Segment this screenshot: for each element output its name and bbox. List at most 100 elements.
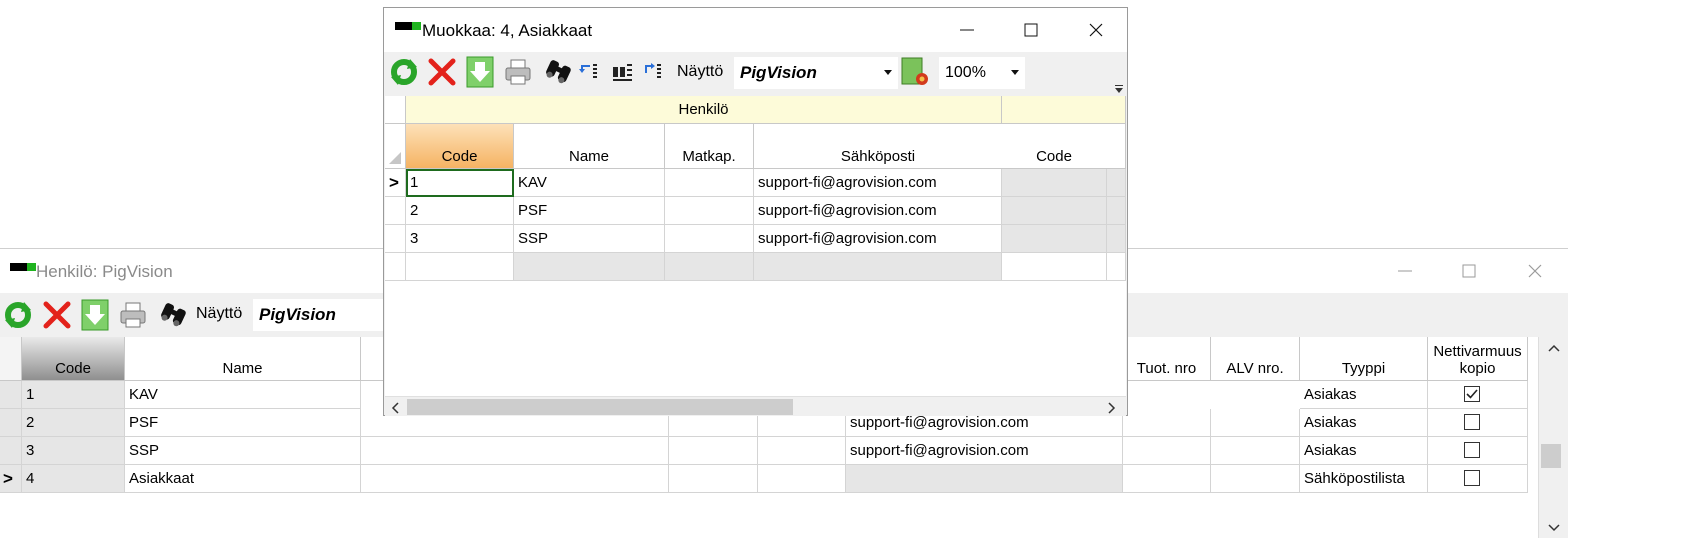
close-button[interactable] <box>1073 10 1119 50</box>
back-col-name-header[interactable]: Name <box>125 337 361 381</box>
back-cell-name[interactable]: KAV <box>125 381 361 409</box>
row-selector[interactable] <box>385 253 406 281</box>
row-selector[interactable] <box>0 381 22 409</box>
current-row-marker[interactable]: > <box>0 465 22 493</box>
back-cell-blank[interactable] <box>361 437 669 465</box>
back-cell-tyyppi[interactable]: Sähköpostilista <box>1300 465 1428 493</box>
back-cell-tyyppi[interactable]: Asiakas <box>1300 409 1428 437</box>
back-cell-blank[interactable] <box>669 437 758 465</box>
front-col-name-header[interactable]: Name <box>514 124 665 169</box>
delete-button[interactable] <box>425 55 459 89</box>
back-cell-code[interactable]: 3 <box>22 437 125 465</box>
back-cell-blank[interactable] <box>758 465 846 493</box>
back-cell-blank[interactable] <box>758 437 846 465</box>
front-cell-email[interactable]: support-fi@agrovision.com <box>754 169 1002 197</box>
front-cell-name[interactable]: SSP <box>514 225 665 253</box>
back-cell-tuot[interactable] <box>1123 409 1211 437</box>
front-cell-matkap[interactable] <box>665 169 754 197</box>
print-button[interactable] <box>116 298 150 332</box>
front-cell-matkap[interactable] <box>665 197 754 225</box>
back-cell-tuot[interactable] <box>1123 465 1211 493</box>
view-select[interactable]: PigVision <box>734 57 898 89</box>
scroll-right-arrow-icon[interactable] <box>1106 402 1116 414</box>
front-cell-code[interactable]: 3 <box>406 225 514 253</box>
front-cell-email[interactable]: support-fi@agrovision.com <box>754 197 1002 225</box>
refresh-button[interactable] <box>1 298 35 332</box>
back-cell-alv[interactable] <box>1211 409 1300 437</box>
back-col-tuot-header[interactable]: Tuot. nro <box>1123 337 1211 381</box>
back-cell-tuot[interactable] <box>1123 437 1211 465</box>
refresh-button[interactable] <box>387 55 421 89</box>
minimize-button[interactable] <box>944 10 990 50</box>
back-cell-code[interactable]: 1 <box>22 381 125 409</box>
back-scroll-thumb[interactable] <box>1541 444 1561 468</box>
front-cell-extra[interactable] <box>1107 253 1126 281</box>
find-list-button[interactable] <box>610 55 636 89</box>
print-button[interactable] <box>501 55 535 89</box>
current-row-marker[interactable]: > <box>385 169 406 197</box>
front-cell-name[interactable]: KAV <box>514 169 665 197</box>
front-col-code-header[interactable]: Code <box>406 124 514 169</box>
maximize-button[interactable] <box>1008 10 1054 50</box>
front-col-email-header[interactable]: Sähköposti <box>754 124 1003 169</box>
row-selector[interactable] <box>0 409 22 437</box>
save-button[interactable] <box>78 298 112 332</box>
back-cell-email[interactable]: support-fi@agrovision.com <box>846 437 1123 465</box>
settings-button[interactable] <box>898 55 932 89</box>
find-previous-button[interactable] <box>576 55 602 89</box>
front-col-matkap-header[interactable]: Matkap. <box>665 124 754 169</box>
front-col-code2-header[interactable]: Code <box>1002 124 1107 169</box>
row-selector[interactable] <box>385 197 406 225</box>
select-all-triangle-icon[interactable] <box>389 152 401 164</box>
back-col-nettivarmuus-header[interactable]: Nettivarmuus kopio <box>1428 337 1528 381</box>
back-cell-tyyppi[interactable]: Asiakas <box>1300 437 1428 465</box>
front-horizontal-scrollbar[interactable] <box>385 396 1126 416</box>
back-cell-alv[interactable] <box>1211 437 1300 465</box>
find-next-button[interactable] <box>640 55 666 89</box>
front-cell-code[interactable]: 2 <box>406 197 514 225</box>
front-cell-code2[interactable] <box>1002 197 1107 225</box>
front-cell-matkap[interactable] <box>665 253 754 281</box>
row-selector[interactable] <box>385 225 406 253</box>
front-cell-matkap[interactable] <box>665 225 754 253</box>
front-cell-code[interactable] <box>406 253 514 281</box>
back-col-tyyppi-header[interactable]: Tyyppi <box>1300 337 1428 381</box>
nettivarmuus-checkbox[interactable] <box>1464 414 1480 430</box>
front-cell-extra[interactable] <box>1107 169 1126 197</box>
row-selector[interactable] <box>0 437 22 465</box>
nettivarmuus-checkbox[interactable] <box>1464 470 1480 486</box>
back-cell-code[interactable]: 2 <box>22 409 125 437</box>
back-col-code-header[interactable]: Code <box>22 337 125 381</box>
front-cell-extra[interactable] <box>1107 197 1126 225</box>
back-cell-code[interactable]: 4 <box>22 465 125 493</box>
back-cell-name[interactable]: Asiakkaat <box>125 465 361 493</box>
maximize-button[interactable] <box>1446 251 1492 291</box>
front-cell-code2[interactable] <box>1002 225 1107 253</box>
back-cell-email[interactable] <box>846 465 1123 493</box>
minimize-button[interactable] <box>1382 251 1428 291</box>
front-cell-name[interactable]: PSF <box>514 197 665 225</box>
front-cell-code2[interactable] <box>1002 253 1107 281</box>
save-button[interactable] <box>463 55 497 89</box>
back-cell-tyyppi[interactable]: Asiakas <box>1300 381 1428 409</box>
front-cell-email[interactable] <box>754 253 1002 281</box>
nettivarmuus-checkbox[interactable] <box>1464 442 1480 458</box>
back-cell-blank[interactable] <box>361 465 669 493</box>
front-scroll-thumb[interactable] <box>407 399 793 415</box>
scroll-down-arrow-icon[interactable] <box>1547 523 1561 533</box>
find-button[interactable] <box>156 298 190 332</box>
back-cell-name[interactable]: PSF <box>125 409 361 437</box>
front-cell-email[interactable]: support-fi@agrovision.com <box>754 225 1002 253</box>
find-button[interactable] <box>541 55 575 89</box>
back-cell-alv[interactable] <box>1211 465 1300 493</box>
nettivarmuus-checkbox[interactable] <box>1464 386 1480 402</box>
front-col-extra-header[interactable] <box>1106 124 1126 169</box>
front-cell-code2[interactable] <box>1002 169 1107 197</box>
front-cell-name[interactable] <box>514 253 665 281</box>
back-cell-blank[interactable] <box>669 465 758 493</box>
delete-button[interactable] <box>40 298 74 332</box>
back-cell-name[interactable]: SSP <box>125 437 361 465</box>
scroll-up-arrow-icon[interactable] <box>1547 343 1561 353</box>
zoom-select[interactable]: 100% <box>939 57 1025 89</box>
back-vertical-scrollbar[interactable] <box>1538 337 1568 538</box>
